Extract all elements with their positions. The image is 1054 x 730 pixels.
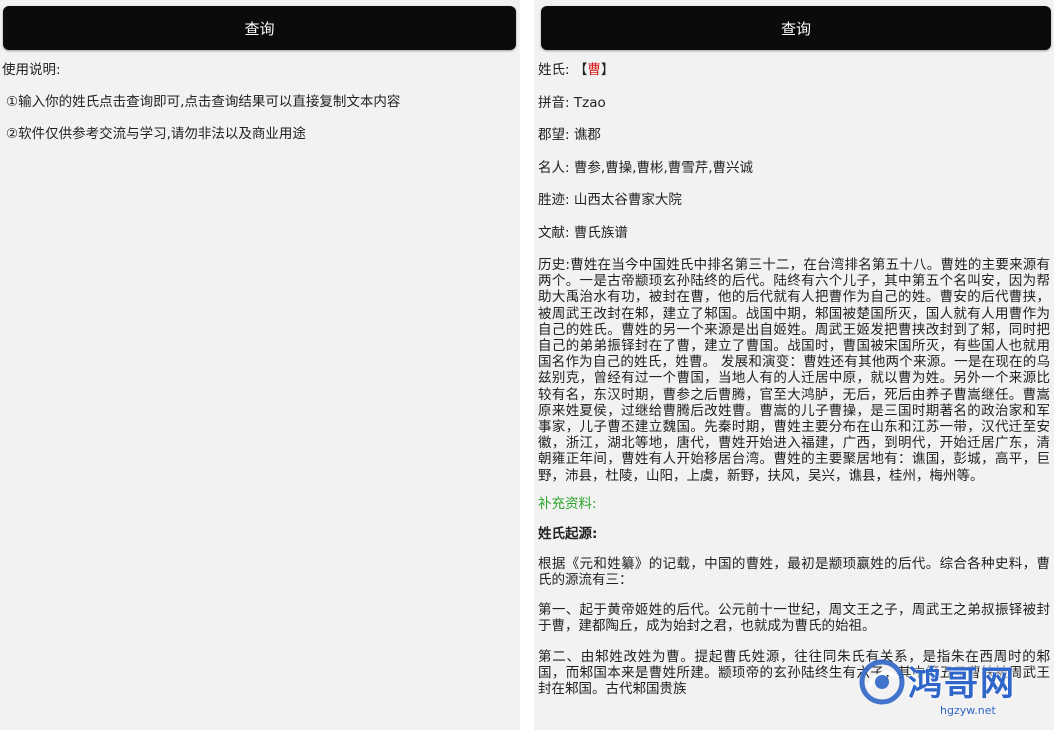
famous-people-label: 名人: bbox=[538, 159, 570, 176]
famous-people-row: 名人: 曹参,曹操,曹彬,曹雪芹,曹兴诚 bbox=[538, 160, 1050, 176]
surname-row: 姓氏: 【曹】 bbox=[538, 62, 1050, 78]
surname-value: 曹 bbox=[587, 62, 601, 78]
origin-paragraph: 第一、起于黄帝姬姓的后代。公元前十一世纪，周文王之子，周武王之弟叔振铎被封于曹，… bbox=[538, 602, 1050, 635]
history-text: 曹姓在当今中国姓氏中排名第三十二，在台湾排名第五十八。曹姓的主要来源有两个。一是… bbox=[538, 257, 1050, 484]
origin-paragraph: 第二、由邾姓改姓为曹。提起曹氏姓源，往往同朱氏有关系，是指朱在西周时的邾国，而邾… bbox=[538, 648, 1050, 698]
query-button[interactable]: 查询 bbox=[541, 6, 1051, 50]
junwang-label: 郡望: bbox=[538, 127, 570, 143]
history-row: 历史:曹姓在当今中国姓氏中排名第三十二，在台湾排名第五十八。曹姓的主要来源有两个… bbox=[538, 257, 1050, 484]
pinyin-label: 拼音: bbox=[538, 94, 570, 111]
pinyin-row: 拼音: Tzao bbox=[538, 95, 1050, 111]
documents-value: 曹氏族谱 bbox=[573, 224, 628, 241]
query-result[interactable]: 姓氏: 【曹】 拼音: Tzao 郡望: 谯郡 名人: 曹参,曹操,曹彬,曹雪芹… bbox=[538, 62, 1050, 711]
supplement-title: 补充资料: bbox=[538, 495, 597, 512]
pinyin-value: Tzao bbox=[573, 94, 606, 111]
query-button-label: 查询 bbox=[244, 19, 275, 38]
right-app-screen: 查询 姓氏: 【曹】 拼音: Tzao 郡望: 谯郡 名人: 曹参,曹操,曹彬,… bbox=[534, 0, 1054, 730]
documents-row: 文献: 曹氏族谱 bbox=[538, 225, 1050, 241]
historic-sites-label: 胜迹: bbox=[538, 192, 570, 208]
usage-item: ①输入你的姓氏点击查询即可,点击查询结果可以直接复制文本内容 bbox=[6, 94, 401, 110]
history-label: 历史: bbox=[538, 257, 570, 273]
surname-label: 姓氏: bbox=[538, 62, 570, 78]
left-app-screen: 查询 使用说明: ①输入你的姓氏点击查询即可,点击查询结果可以直接复制文本内容 … bbox=[0, 0, 520, 730]
junwang-row: 郡望: 谯郡 bbox=[538, 127, 1050, 143]
surname-bracket-close: 】 bbox=[600, 62, 615, 78]
query-button[interactable]: 查询 bbox=[3, 6, 516, 50]
documents-label: 文献: bbox=[538, 224, 570, 241]
usage-instructions: 使用说明: ①输入你的姓氏点击查询即可,点击查询结果可以直接复制文本内容 ②软件… bbox=[2, 62, 512, 158]
usage-item: ②软件仅供参考交流与学习,请勿非法以及商业用途 bbox=[6, 126, 306, 142]
query-button-label: 查询 bbox=[780, 19, 811, 38]
junwang-value: 谯郡 bbox=[573, 127, 601, 143]
historic-sites-row: 胜迹: 山西太谷曹家大院 bbox=[538, 192, 1050, 208]
surname-bracket-open: 【 bbox=[573, 62, 588, 78]
usage-title: 使用说明: bbox=[2, 62, 61, 78]
famous-people-value: 曹参,曹操,曹彬,曹雪芹,曹兴诚 bbox=[573, 159, 754, 176]
origin-paragraph: 根据《元和姓纂》的记载，中国的曹姓，最初是颛顼嬴姓的后代。综合各种史料，曹氏的源… bbox=[538, 555, 1050, 589]
origin-title: 姓氏起源: bbox=[538, 525, 598, 542]
historic-sites-value: 山西太谷曹家大院 bbox=[573, 192, 682, 208]
